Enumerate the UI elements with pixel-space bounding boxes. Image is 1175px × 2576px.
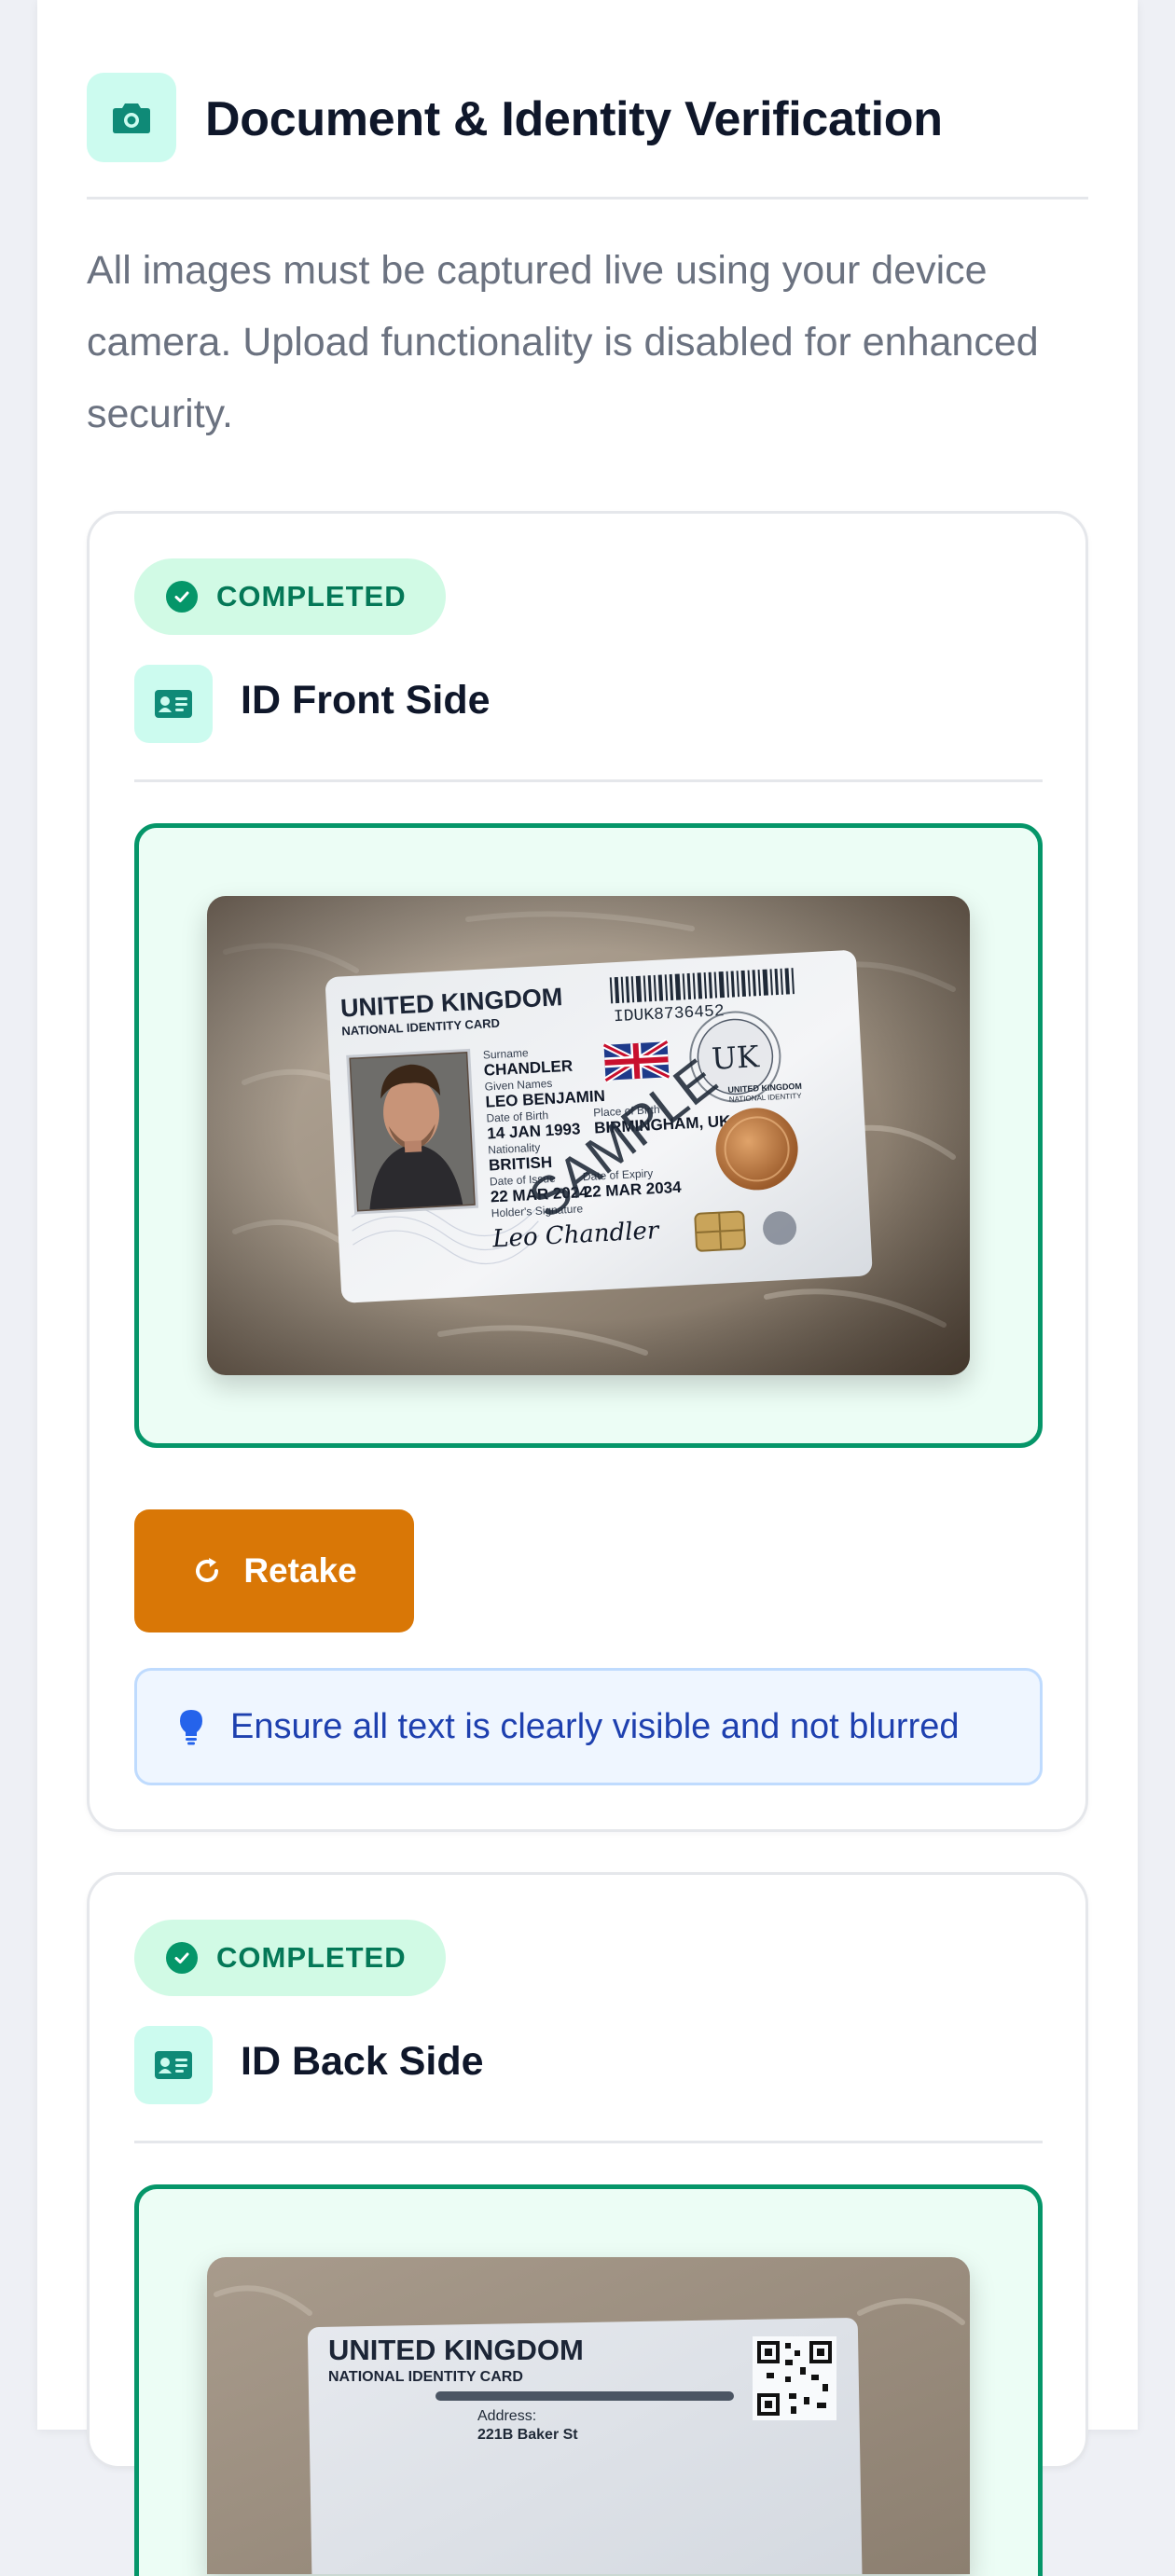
tip-text: Ensure all text is clearly visible and n… (230, 1706, 960, 1746)
retake-button[interactable]: Retake (134, 1509, 414, 1632)
seal-text: UK (711, 1039, 761, 1077)
page-title: Document & Identity Verification (205, 92, 943, 146)
lightbulb-icon (178, 1708, 204, 1745)
capture-preview: UNITED KINGDOM NATIONAL IDENTITY CARD ID… (134, 823, 1043, 1448)
id-front-photo: UNITED KINGDOM NATIONAL IDENTITY CARD ID… (207, 896, 970, 1375)
refresh-icon (191, 1555, 223, 1587)
section-header: Document & Identity Verification (87, 73, 1088, 200)
step-title: ID Back Side (241, 2039, 484, 2084)
capture-preview: UNITED KINGDOM NATIONAL IDENTITY CARD Ad… (134, 2184, 1043, 2576)
check-circle-icon (166, 581, 198, 613)
step-id-back: COMPLETED ID Back Side UNITED KINGDOM NA… (87, 1872, 1088, 2576)
card-country: UNITED KINGDOM (328, 2334, 584, 2366)
qr-code-icon (753, 2336, 836, 2420)
check-circle-icon (166, 1942, 198, 1974)
status-badge: COMPLETED (134, 1920, 446, 1996)
intro-text: All images must be captured live using y… (87, 248, 1039, 436)
address-label: Address: (477, 2408, 536, 2424)
step-id-front: COMPLETED ID Front Side UNITED KINGDOM N… (87, 511, 1088, 1832)
retake-label: Retake (243, 1551, 357, 1590)
step-title: ID Front Side (241, 678, 491, 723)
id-back-photo: UNITED KINGDOM NATIONAL IDENTITY CARD Ad… (207, 2257, 970, 2574)
step-header: ID Back Side (134, 2026, 1043, 2143)
id-card-icon (134, 2026, 213, 2104)
card-type: NATIONAL IDENTITY CARD (328, 2369, 523, 2385)
status-label: COMPLETED (216, 580, 407, 613)
camera-icon (87, 73, 176, 162)
status-label: COMPLETED (216, 1941, 407, 1974)
tip-box: Ensure all text is clearly visible and n… (134, 1668, 1043, 1785)
status-badge: COMPLETED (134, 558, 446, 635)
verification-card: Document & Identity Verification All ima… (37, 0, 1138, 2576)
step-header: ID Front Side (134, 665, 1043, 782)
id-card-icon (134, 665, 213, 743)
